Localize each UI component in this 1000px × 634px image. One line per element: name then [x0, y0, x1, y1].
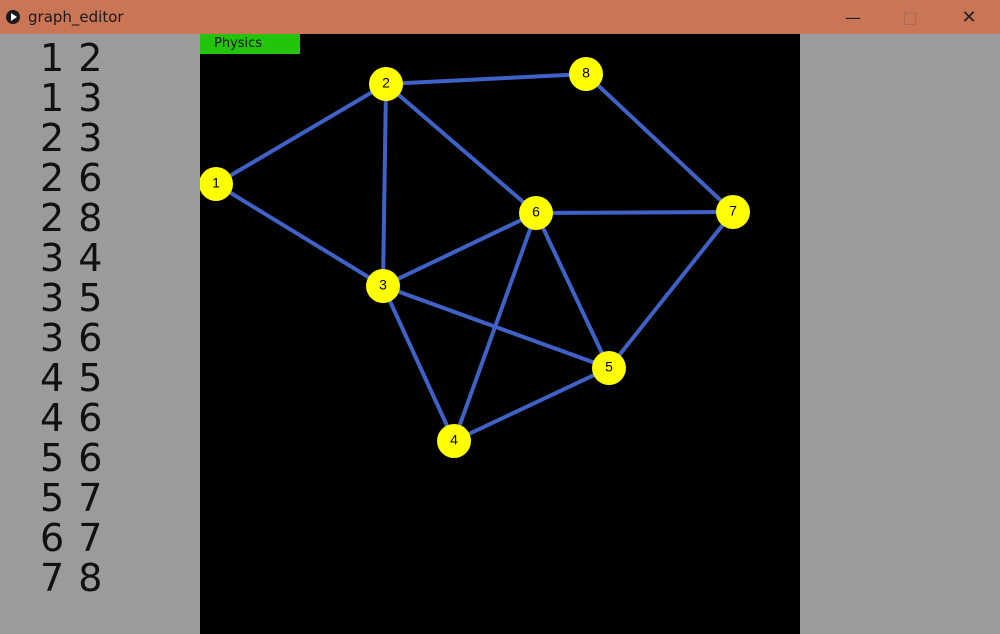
edge-to: 3	[78, 116, 104, 160]
graph-node[interactable]: 5	[592, 351, 626, 385]
title-bar[interactable]: graph_editor — □ ✕	[0, 0, 1000, 34]
edge-to: 6	[78, 156, 104, 200]
edge-from: 1	[40, 76, 66, 120]
node-label: 8	[582, 65, 590, 81]
edge-from: 4	[40, 396, 66, 440]
edge-list-item: 3 4	[40, 238, 103, 278]
edge-from: 6	[40, 516, 66, 560]
graph-edge	[384, 82, 538, 215]
edge-from: 5	[40, 476, 66, 520]
edge-from: 1	[40, 36, 66, 80]
graph-edge	[584, 72, 735, 214]
edge-to: 6	[78, 316, 104, 360]
graph-svg[interactable]: 1 2 3 4 5 6 7 8	[200, 34, 800, 634]
edge-list-item: 2 6	[40, 158, 103, 198]
edge-from: 3	[40, 276, 66, 320]
graph-node[interactable]: 7	[716, 195, 750, 229]
close-button[interactable]: ✕	[946, 0, 992, 34]
edge-from: 7	[40, 556, 66, 600]
edge-list-item: 2 8	[40, 198, 103, 238]
graph-edge	[607, 210, 735, 370]
minimize-button[interactable]: —	[830, 0, 876, 34]
edge-to: 5	[78, 276, 104, 320]
maximize-button[interactable]: □	[887, 0, 933, 34]
physics-button[interactable]: Physics	[200, 34, 300, 54]
graph-edge	[381, 82, 388, 288]
edge-from: 2	[40, 156, 66, 200]
graph-node[interactable]: 3	[366, 269, 400, 303]
edge-to: 6	[78, 436, 104, 480]
graph-edge	[214, 182, 385, 288]
edge-to: 8	[78, 556, 104, 600]
node-label: 5	[605, 359, 613, 375]
edge-to: 7	[78, 516, 104, 560]
edge-from: 4	[40, 356, 66, 400]
edge-list-item: 2 3	[40, 118, 103, 158]
node-label: 7	[729, 203, 737, 219]
edge-list-item: 3 5	[40, 278, 103, 318]
edge-to: 4	[78, 236, 104, 280]
edge-list: 1 21 32 32 62 83 43 53 64 54 65 65 76 77…	[40, 38, 103, 598]
window-title: graph_editor	[28, 8, 124, 26]
edge-list-item: 4 5	[40, 358, 103, 398]
graph-node[interactable]: 6	[519, 196, 553, 230]
graph-node[interactable]: 4	[437, 424, 471, 458]
edge-list-item: 4 6	[40, 398, 103, 438]
graph-node[interactable]: 8	[569, 57, 603, 91]
node-label: 4	[450, 432, 458, 448]
edge-to: 6	[78, 396, 104, 440]
edge-to: 5	[78, 356, 104, 400]
app-icon	[6, 10, 20, 24]
edge-from: 2	[40, 196, 66, 240]
graph-edge	[214, 82, 388, 186]
edge-from: 3	[40, 236, 66, 280]
edge-from: 5	[40, 436, 66, 480]
edge-list-item: 1 2	[40, 38, 103, 78]
edge-list-item: 3 6	[40, 318, 103, 358]
edge-from: 2	[40, 116, 66, 160]
edge-to: 8	[78, 196, 104, 240]
graph-edge	[384, 72, 588, 86]
graph-node[interactable]: 1	[200, 167, 233, 201]
edge-list-item: 6 7	[40, 518, 103, 558]
node-label: 6	[532, 204, 540, 220]
edge-to: 3	[78, 76, 104, 120]
node-label: 1	[212, 175, 220, 191]
edge-to: 2	[78, 36, 104, 80]
edge-list-item: 5 7	[40, 478, 103, 518]
edge-from: 3	[40, 316, 66, 360]
edge-list-item: 7 8	[40, 558, 103, 598]
edge-to: 7	[78, 476, 104, 520]
node-label: 3	[379, 277, 387, 293]
edge-list-item: 1 3	[40, 78, 103, 118]
edge-list-item: 5 6	[40, 438, 103, 478]
node-label: 2	[382, 75, 390, 91]
graph-edge	[534, 210, 735, 215]
graph-node[interactable]: 2	[369, 67, 403, 101]
